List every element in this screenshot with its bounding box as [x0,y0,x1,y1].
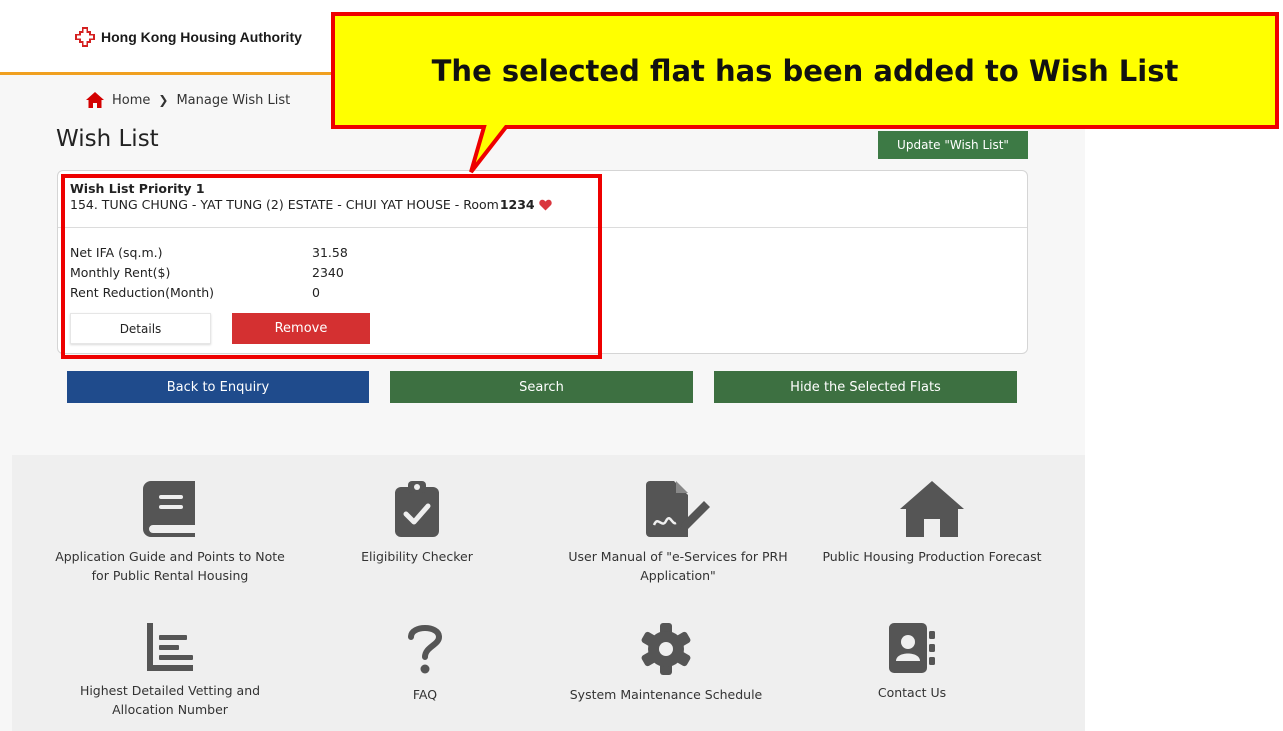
footer-tile-application-guide[interactable]: Application Guide and Points to Note for… [50,481,290,585]
footer-tile-vetting-number[interactable]: Highest Detailed Vetting and Allocation … [50,623,290,719]
housing-authority-logo[interactable]: Hong Kong Housing Authority [75,27,302,47]
breadcrumb-home-link[interactable]: Home [112,93,150,108]
book-icon [143,481,195,537]
gear-icon [641,623,691,675]
file-signature-icon [646,481,710,537]
footer-tile-label: Contact Us [877,685,947,700]
wish-list-card-header: Wish List Priority 1 154. TUNG CHUNG - Y… [58,171,1027,228]
heart-icon[interactable] [538,199,552,211]
question-mark-icon [408,625,443,674]
home-icon[interactable] [86,92,104,108]
footer-tile-label: System Maintenance Schedule [569,687,763,702]
address-book-icon [889,623,935,673]
flat-address: 154. TUNG CHUNG - YAT TUNG (2) ESTATE - … [70,197,499,212]
footer-tile-label: Public Housing Production Forecast [822,549,1042,564]
wish-list-card: Wish List Priority 1 154. TUNG CHUNG - Y… [57,170,1028,354]
clipboard-check-icon [395,481,439,537]
footer-tile-label: Highest Detailed Vetting and Allocation … [79,683,261,717]
footer-tile-eligibility-checker[interactable]: Eligibility Checker [297,481,537,566]
flat-description: 154. TUNG CHUNG - YAT TUNG (2) ESTATE - … [70,197,552,212]
hide-selected-flats-button[interactable]: Hide the Selected Flats [714,371,1017,403]
rent-reduction-label: Rent Reduction(Month) [70,285,215,300]
footer-tile-label: FAQ [412,687,438,702]
footer-tile-label: Application Guide and Points to Note for… [55,549,285,583]
monthly-rent-value: 2340 [312,265,344,280]
monthly-rent-label: Monthly Rent($) [70,265,171,280]
page-title: Wish List [56,126,159,152]
net-ifa-value: 31.58 [312,245,348,260]
site-header: Hong Kong Housing Authority [0,0,1085,75]
breadcrumb: Home ❯ Manage Wish List [86,92,290,108]
housing-authority-logo-icon [75,27,95,47]
logo-text: Hong Kong Housing Authority [101,29,302,45]
house-icon [900,481,964,537]
page-background: Hong Kong Housing Authority Home ❯ Manag… [0,0,1085,731]
footer-tile-label: User Manual of "e-Services for PRH Appli… [568,549,788,583]
footer-tile-label: Eligibility Checker [361,549,473,564]
wish-list-priority: Wish List Priority 1 [70,181,205,196]
room-number: 1234 [499,197,535,212]
net-ifa-label: Net IFA (sq.m.) [70,245,163,260]
back-to-enquiry-button[interactable]: Back to Enquiry [67,371,369,403]
footer-tile-production-forecast[interactable]: Public Housing Production Forecast [812,481,1052,566]
remove-button[interactable]: Remove [232,313,370,344]
chevron-right-icon: ❯ [158,93,169,107]
footer-tile-contact-us[interactable]: Contact Us [792,623,1032,702]
search-button[interactable]: Search [390,371,693,403]
footer-tile-user-manual[interactable]: User Manual of "e-Services for PRH Appli… [558,481,798,585]
update-wish-list-button[interactable]: Update "Wish List" [878,131,1028,159]
list-chart-icon [147,623,193,671]
footer-tile-maintenance-schedule[interactable]: System Maintenance Schedule [546,623,786,704]
footer-links: Application Guide and Points to Note for… [12,455,1085,731]
footer-tile-faq[interactable]: FAQ [305,623,545,704]
rent-reduction-value: 0 [312,285,320,300]
details-button[interactable]: Details [70,313,211,344]
breadcrumb-current: Manage Wish List [176,92,291,108]
